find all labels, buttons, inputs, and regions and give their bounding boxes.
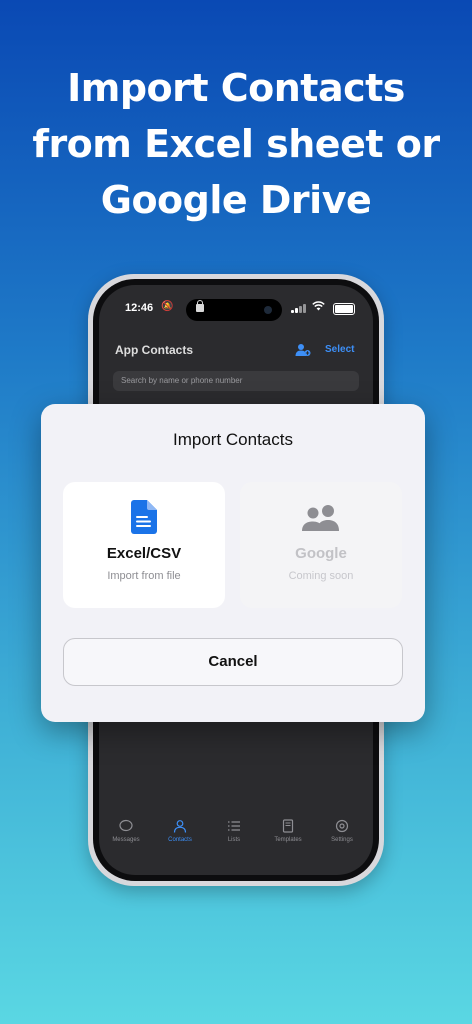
headline: Import Contacts from Excel sheet or Goog… [32,66,440,222]
dynamic-island [186,299,282,321]
app-bar: App Contacts Select [99,339,373,363]
tab-label: Messages [112,837,140,843]
app-store-screenshot: Import Contacts from Excel sheet or Goog… [0,0,472,1024]
cancel-button[interactable]: Cancel [63,638,403,686]
add-person-icon[interactable] [295,343,311,357]
dialog-title: Import Contacts [173,430,293,449]
list-icon [228,821,240,831]
tab-messages[interactable]: Messages [99,819,153,843]
tab-templates[interactable]: Templates [261,819,315,843]
select-button[interactable]: Select [325,344,354,355]
status-bar: 12:46 🔕 [99,299,373,321]
signal-icon [291,304,307,313]
person-icon [173,820,187,833]
import-contacts-dialog: Import Contacts Excel/CSV Import from fi… [41,404,425,722]
chat-bubble-icon [119,819,133,832]
tab-lists[interactable]: Lists [207,819,261,843]
excel-csv-option[interactable]: Excel/CSV Import from file [63,482,225,608]
search-input[interactable]: Search by name or phone number [113,371,359,391]
google-option: Google Coming soon [240,482,402,608]
option-subtitle: Coming soon [288,570,354,582]
status-time: 12:46 [125,302,154,314]
tab-label: Settings [331,837,353,843]
document-icon [282,819,294,833]
lock-icon [196,300,204,312]
tab-label: Contacts [168,837,192,843]
tab-label: Lists [227,837,241,843]
tab-bar: Messages Contacts Lists Templates Settin… [99,819,373,855]
tab-label: Templates [274,837,302,843]
file-icon [63,500,225,534]
app-bar-title: App Contacts [115,343,193,357]
people-icon [240,500,402,534]
gear-icon [335,819,349,833]
tab-contacts[interactable]: Contacts [153,819,207,843]
option-name: Excel/CSV [106,545,182,562]
battery-icon [333,303,355,315]
option-subtitle: Import from file [107,570,181,582]
tab-settings[interactable]: Settings [315,819,369,843]
option-name: Google [295,545,347,562]
bell-slash-icon: 🔕 [161,301,174,312]
camera-icon [264,306,272,314]
wifi-icon [312,301,325,314]
